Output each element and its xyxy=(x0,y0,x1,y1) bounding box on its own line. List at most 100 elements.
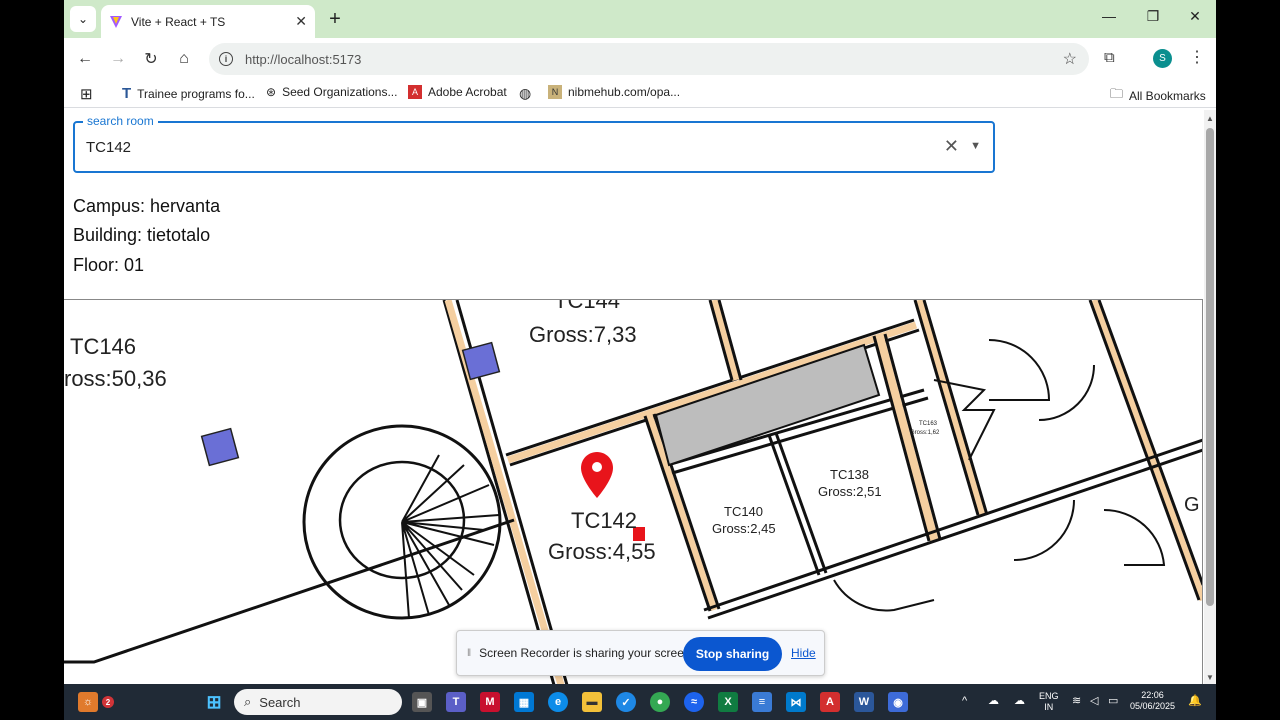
cloud-sync-icon[interactable]: ☁ xyxy=(1014,696,1025,707)
restore-icon[interactable]: ❐ xyxy=(1141,8,1165,25)
page-content: search room TC142 ✕ ▼ Campus: hervanta B… xyxy=(64,110,1216,684)
store-icon[interactable]: ▦ xyxy=(514,692,534,712)
browser-toolbar: ← → ↻ ⌂ i http://localhost:5173 ☆ ⧉ S ⋮ xyxy=(64,38,1216,78)
globe-icon: ◍ xyxy=(519,85,532,101)
label-tc138-gross: Gross:2,51 xyxy=(818,484,882,499)
acrobat-taskbar-icon[interactable]: A xyxy=(820,692,840,712)
windows-start-icon[interactable]: ⊞ xyxy=(204,692,224,712)
widgets-badge: 2 xyxy=(102,696,114,708)
browser-tab[interactable]: Vite + React + TS ✕ xyxy=(101,5,315,38)
bookmark-label: Trainee programs fo... xyxy=(137,86,255,101)
bookmark-star-icon[interactable]: ☆ xyxy=(1063,49,1077,69)
poi-marker[interactable] xyxy=(461,341,501,381)
location-pin-icon[interactable] xyxy=(581,452,613,498)
right-letterbox xyxy=(1216,0,1280,720)
minimize-icon[interactable]: — xyxy=(1097,8,1121,24)
screen-recorder-icon[interactable]: ◉ xyxy=(888,692,908,712)
extensions-icon[interactable]: ⧉ xyxy=(1104,49,1115,66)
bookmark-globe[interactable]: ◍ xyxy=(519,85,537,102)
label-tc146: TC146 xyxy=(70,334,136,359)
floor-text: Floor: 01 xyxy=(73,255,145,275)
floor-map[interactable]: TC144 Gross:7,33 TC146 ross:50,36 TC142 … xyxy=(64,299,1203,684)
vscode-icon[interactable]: ⋈ xyxy=(786,692,806,712)
close-window-icon[interactable]: ✕ xyxy=(1183,8,1207,25)
bookmark-seed[interactable]: ⊛ Seed Organizations... xyxy=(266,85,397,99)
page-scrollbar[interactable]: ▲ ▼ xyxy=(1204,110,1216,684)
nibmehub-icon: N xyxy=(548,85,562,99)
file-explorer-icon[interactable]: ▬ xyxy=(582,692,602,712)
scroll-up-icon[interactable]: ▲ xyxy=(1206,114,1214,123)
reload-icon[interactable]: ↻ xyxy=(140,48,162,70)
search-room-input[interactable]: TC142 xyxy=(86,139,131,156)
teams-icon[interactable]: T xyxy=(446,692,466,712)
tab-search-button[interactable]: ⌄ xyxy=(70,6,96,32)
poi-marker[interactable] xyxy=(200,427,240,467)
language-bottom: IN xyxy=(1044,702,1054,712)
forward-icon[interactable]: → xyxy=(107,48,129,70)
taskbar-search[interactable]: ⌕ Search xyxy=(234,689,402,715)
bookmark-label: Seed Organizations... xyxy=(282,85,398,99)
label-tc140: TC140 xyxy=(724,504,763,519)
back-icon[interactable]: ← xyxy=(74,48,96,70)
new-tab-button[interactable]: + xyxy=(324,8,346,30)
onedrive-icon[interactable]: ☁ xyxy=(988,696,999,707)
label-tc138: TC138 xyxy=(830,467,869,482)
language-top: ENG xyxy=(1039,691,1059,701)
site-info-icon[interactable]: i xyxy=(219,52,233,66)
language-indicator[interactable]: ENG IN xyxy=(1039,691,1059,713)
screen-share-bar: ‖ Screen Recorder is sharing your screen… xyxy=(456,630,825,676)
profile-avatar[interactable]: S xyxy=(1153,49,1172,68)
notifications-icon[interactable]: 🔔 xyxy=(1188,696,1202,707)
bookmark-trainee[interactable]: T Trainee programs fo... xyxy=(122,85,255,102)
chevron-down-icon: ⌄ xyxy=(77,12,89,26)
bookmarks-bar: ⊞ T Trainee programs fo... ⊛ Seed Organiza… xyxy=(64,78,1216,108)
apps-icon[interactable]: ⊞ xyxy=(80,85,93,103)
label-tc146-gross: ross:50,36 xyxy=(64,366,167,391)
drag-handle-icon[interactable]: ‖ xyxy=(467,648,471,659)
mcafee-icon[interactable]: M xyxy=(480,692,500,712)
bookmark-label: nibmehub.com/opa... xyxy=(568,85,681,99)
volume-icon[interactable]: ◁ xyxy=(1090,696,1098,707)
widgets-icon[interactable]: ☼ 2 xyxy=(78,692,114,712)
label-partial-room: G xyxy=(1184,494,1200,516)
clock-date: 05/06/2025 xyxy=(1130,701,1176,711)
hide-link[interactable]: Hide xyxy=(791,646,816,660)
address-bar[interactable]: i http://localhost:5173 ☆ xyxy=(209,43,1089,75)
windows-taskbar: ☼ 2 ⊞ ⌕ Search ▣ T M ▦ e ▬ ✓ ● ≈ X ≡ ⋈ A W… xyxy=(64,684,1216,720)
clock-time: 22:06 xyxy=(1141,690,1164,700)
docker-icon[interactable]: ≈ xyxy=(684,692,704,712)
safety-icon[interactable]: ✓ xyxy=(616,692,636,712)
stop-sharing-button[interactable]: Stop sharing xyxy=(683,637,782,671)
acrobat-icon: A xyxy=(408,85,422,99)
label-tc142-gross: Gross:4,55 xyxy=(548,539,656,564)
seed-icon: ⊛ xyxy=(266,85,277,99)
title-bar: ⌄ Vite + React + TS ✕ + — ❐ ✕ xyxy=(64,0,1216,38)
excel-icon[interactable]: X xyxy=(718,692,738,712)
search-icon: ⌕ xyxy=(244,694,252,709)
bookmark-label: Adobe Acrobat xyxy=(428,85,507,99)
show-hidden-icons[interactable]: ^ xyxy=(962,696,967,707)
bookmark-nibmehub[interactable]: Nnibmehub.com/opa... xyxy=(548,85,680,99)
edge-icon[interactable]: e xyxy=(548,692,568,712)
home-icon[interactable]: ⌂ xyxy=(173,48,195,70)
folder-icon: 🗀 xyxy=(1110,86,1124,101)
scroll-thumb[interactable] xyxy=(1206,128,1214,606)
search-room-field[interactable]: search room TC142 ✕ ▼ xyxy=(73,114,995,173)
clock[interactable]: 22:06 05/06/2025 xyxy=(1130,690,1175,712)
campus-text: Campus: hervanta xyxy=(73,196,221,216)
task-view-icon[interactable]: ▣ xyxy=(412,692,432,712)
scroll-down-icon[interactable]: ▼ xyxy=(1206,673,1214,682)
wifi-icon[interactable]: ≋ xyxy=(1072,696,1081,707)
all-bookmarks[interactable]: 🗀 All Bookmarks xyxy=(1110,85,1206,107)
bookmark-acrobat[interactable]: A Adobe Acrobat xyxy=(408,85,507,99)
clear-icon[interactable]: ✕ xyxy=(944,136,959,157)
menu-icon[interactable]: ⋮ xyxy=(1189,47,1205,67)
trainee-icon: T xyxy=(122,85,132,102)
battery-icon[interactable]: ▭ xyxy=(1108,696,1118,707)
notepad-icon[interactable]: ≡ xyxy=(752,692,772,712)
dropdown-arrow-icon[interactable]: ▼ xyxy=(970,140,981,152)
browser-window: ⌄ Vite + React + TS ✕ + — ❐ ✕ ← → ↻ ⌂ i … xyxy=(64,0,1216,684)
chrome-icon[interactable]: ● xyxy=(650,692,670,712)
word-icon[interactable]: W xyxy=(854,692,874,712)
close-tab-icon[interactable]: ✕ xyxy=(295,13,307,30)
